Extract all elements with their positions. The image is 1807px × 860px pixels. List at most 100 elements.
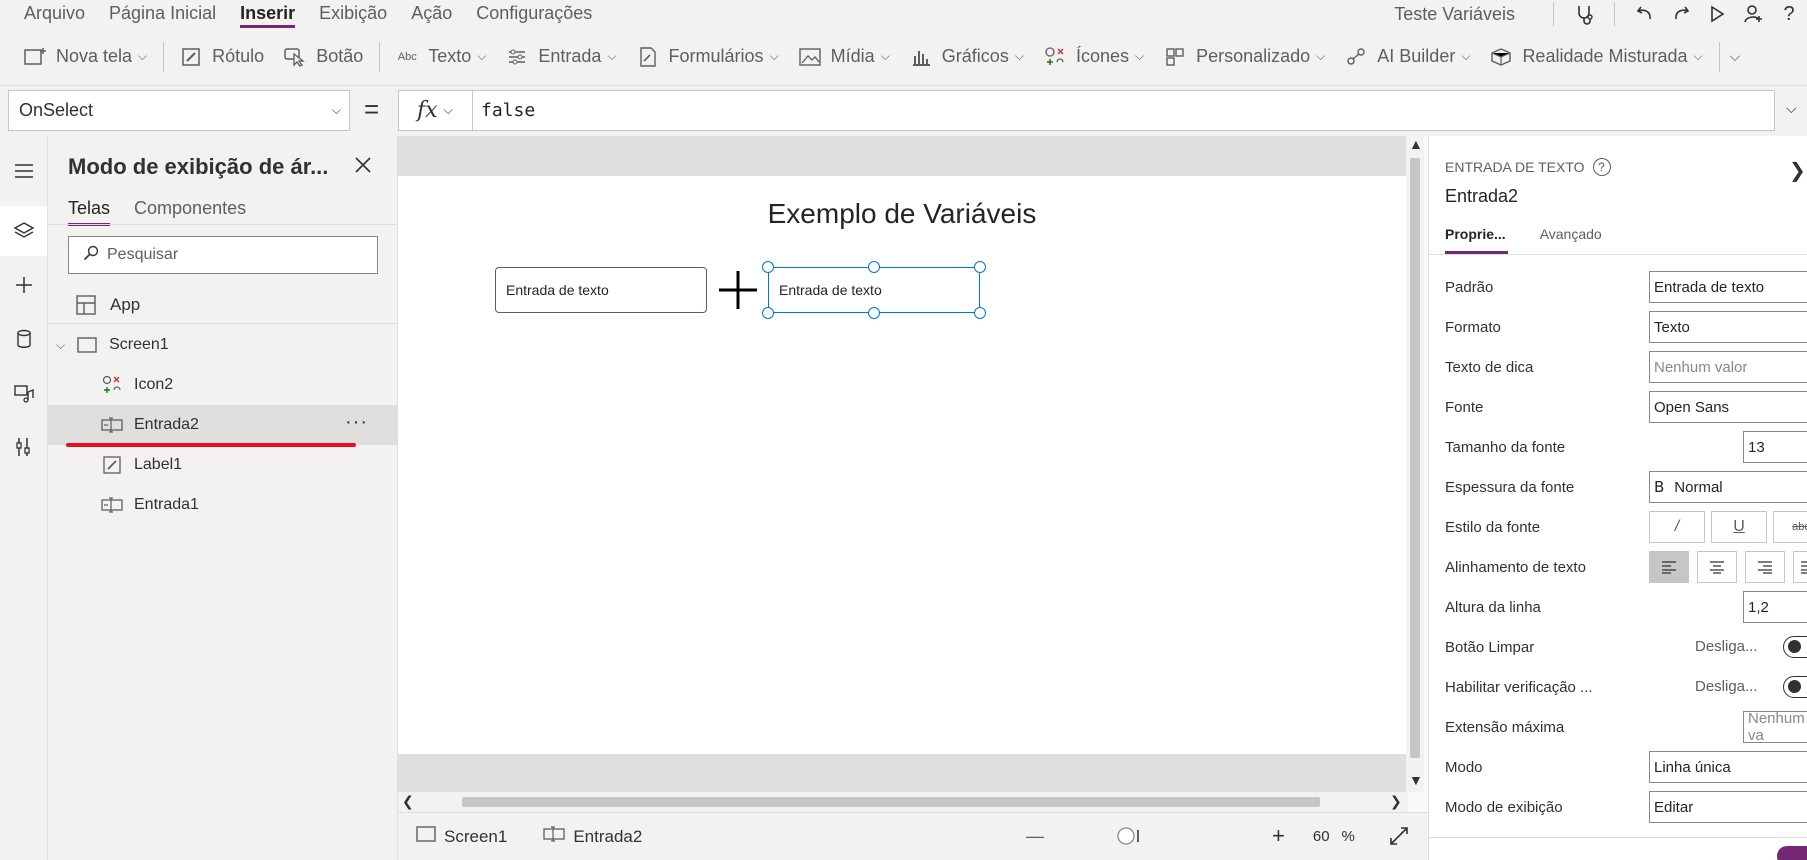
- forms-menu[interactable]: Formulários ⌵: [627, 37, 789, 77]
- icons-menu[interactable]: Ícones ⌵: [1034, 37, 1154, 77]
- redo-icon[interactable]: [1663, 0, 1699, 28]
- custom-menu[interactable]: Personalizado ⌵: [1154, 37, 1335, 77]
- search-input[interactable]: Pesquisar: [68, 236, 378, 274]
- tree-item-screen1[interactable]: ⌵ Screen1: [48, 325, 398, 365]
- zoom-in-button[interactable]: +: [1272, 823, 1285, 849]
- share-user-icon[interactable]: [1735, 0, 1771, 28]
- italic-toggle-icon[interactable]: /: [1649, 511, 1705, 543]
- tab-properties[interactable]: Proprie...: [1445, 226, 1508, 254]
- ribbon-expand-icon[interactable]: ⌵: [1726, 37, 1745, 77]
- tree-item-app[interactable]: App: [48, 286, 398, 324]
- new-screen-button[interactable]: Nova tela ⌵: [0, 37, 157, 77]
- help-icon[interactable]: ?: [1771, 0, 1807, 28]
- media-menu[interactable]: Mídia ⌵: [789, 37, 900, 77]
- scroll-left-icon[interactable]: ❮: [402, 793, 414, 810]
- horizontal-scrollbar[interactable]: ❮ ❯: [398, 792, 1408, 812]
- formula-expand-icon[interactable]: ⌵: [1786, 100, 1797, 117]
- resize-handle[interactable]: [868, 307, 880, 319]
- chevron-right-icon[interactable]: ❯: [1789, 158, 1806, 183]
- tools-icon[interactable]: [0, 422, 47, 472]
- menu-exibicao[interactable]: Exibição: [319, 0, 387, 28]
- charts-menu[interactable]: Gráficos ⌵: [900, 37, 1034, 77]
- entrada1-label: Entrada1: [134, 496, 199, 513]
- layers-icon[interactable]: [0, 206, 47, 256]
- scroll-up-icon[interactable]: ▲: [1409, 136, 1423, 152]
- ai-builder-menu[interactable]: AI Builder ⌵: [1335, 37, 1480, 77]
- button-button[interactable]: Botão: [274, 37, 373, 77]
- clear-button-toggle[interactable]: [1783, 636, 1807, 658]
- function-button[interactable]: fx ⌵: [398, 90, 473, 131]
- menu-pagina-inicial[interactable]: Página Inicial: [109, 0, 216, 28]
- tree-item-entrada2[interactable]: Entrada2 ···: [48, 405, 398, 447]
- chevron-down-icon: ⌵: [477, 49, 487, 63]
- text-menu[interactable]: Abc Texto ⌵: [386, 37, 496, 77]
- plus-icon[interactable]: [716, 267, 760, 313]
- tree-item-icon2[interactable]: Icon2: [48, 365, 398, 405]
- tree-item-entrada1[interactable]: Entrada1: [48, 485, 398, 525]
- font-dropdown[interactable]: Open Sans⌵: [1649, 391, 1807, 423]
- zoom-out-button[interactable]: —: [1026, 826, 1044, 847]
- close-icon[interactable]: [354, 150, 372, 181]
- app-checker-icon[interactable]: [1566, 0, 1602, 28]
- mixed-reality-menu[interactable]: Realidade Misturada ⌵: [1480, 37, 1712, 77]
- display-mode-dropdown[interactable]: Editar⌵: [1649, 791, 1807, 823]
- default-text-field[interactable]: Entrada de texto: [1649, 271, 1807, 303]
- menu-configuracoes[interactable]: Configurações: [476, 0, 592, 28]
- label1-canvas-title[interactable]: Exemplo de Variáveis: [398, 198, 1406, 230]
- menu-acao[interactable]: Ação: [411, 0, 452, 28]
- formula-input[interactable]: false: [472, 90, 1775, 131]
- vertical-scroll-thumb[interactable]: [1410, 158, 1420, 758]
- hamburger-icon[interactable]: [0, 146, 47, 196]
- entrada1-text-input[interactable]: Entrada de texto: [495, 267, 707, 313]
- max-length-field[interactable]: Nenhum va: [1743, 710, 1807, 744]
- menu-arquivo[interactable]: Arquivo: [24, 0, 85, 28]
- add-icon[interactable]: [0, 260, 47, 310]
- scroll-down-icon[interactable]: ▼: [1409, 772, 1423, 788]
- horizontal-scroll-thumb[interactable]: [462, 797, 1320, 807]
- line-height-field[interactable]: 1,2: [1743, 591, 1807, 623]
- entrada2-value: Entrada de texto: [779, 282, 882, 298]
- align-left-icon[interactable]: [1649, 551, 1689, 583]
- chevron-down-icon: ⌵: [769, 49, 779, 63]
- tab-advanced[interactable]: Avançado: [1540, 226, 1602, 254]
- resize-handle[interactable]: [762, 261, 774, 273]
- property-dropdown[interactable]: OnSelect ⌵: [8, 90, 350, 131]
- vertical-scrollbar[interactable]: ▲ ▼: [1406, 136, 1424, 792]
- breadcrumb-entrada2[interactable]: Entrada2: [543, 826, 642, 847]
- control-name[interactable]: Entrada2: [1445, 186, 1518, 207]
- tree-item-label1[interactable]: Label1: [48, 445, 398, 485]
- database-icon[interactable]: [0, 314, 47, 364]
- media-icon[interactable]: [0, 368, 47, 418]
- align-center-icon[interactable]: [1697, 551, 1737, 583]
- font-size-field[interactable]: 13: [1743, 431, 1807, 463]
- menu-inserir[interactable]: Inserir: [240, 0, 296, 28]
- label-button[interactable]: Rótulo: [170, 37, 274, 77]
- spellcheck-toggle[interactable]: [1783, 676, 1807, 698]
- input-sliders-icon: [506, 46, 528, 68]
- undo-icon[interactable]: [1627, 0, 1663, 28]
- align-right-icon[interactable]: [1745, 551, 1785, 583]
- resize-handle[interactable]: [762, 307, 774, 319]
- more-options-icon[interactable]: ···: [345, 411, 368, 434]
- resize-handle[interactable]: [974, 261, 986, 273]
- tab-componentes[interactable]: Componentes: [134, 198, 246, 226]
- play-icon[interactable]: [1699, 0, 1735, 28]
- underline-toggle-icon[interactable]: U: [1711, 511, 1767, 543]
- input-menu[interactable]: Entrada ⌵: [496, 37, 626, 77]
- align-justify-icon[interactable]: [1793, 551, 1807, 583]
- strikethrough-toggle-icon[interactable]: abc: [1773, 511, 1807, 543]
- tab-telas[interactable]: Telas: [68, 198, 111, 226]
- resize-handle[interactable]: [974, 307, 986, 319]
- help-icon[interactable]: ?: [1592, 158, 1611, 176]
- panel-action-button[interactable]: [1777, 846, 1807, 860]
- font-weight-dropdown[interactable]: BNormal⌵: [1649, 471, 1807, 503]
- breadcrumb-screen1[interactable]: Screen1: [416, 826, 507, 847]
- fit-to-window-icon[interactable]: [1389, 826, 1409, 846]
- resize-handle[interactable]: [868, 261, 880, 273]
- format-dropdown[interactable]: Texto⌵: [1649, 311, 1807, 343]
- mode-dropdown[interactable]: Linha única⌵: [1649, 751, 1807, 783]
- hint-text-field[interactable]: Nenhum valor: [1649, 351, 1807, 383]
- scroll-right-icon[interactable]: ❯: [1390, 793, 1402, 810]
- zoom-slider[interactable]: [1116, 826, 1142, 846]
- screen1-canvas[interactable]: Exemplo de Variáveis Entrada de texto En…: [398, 176, 1406, 754]
